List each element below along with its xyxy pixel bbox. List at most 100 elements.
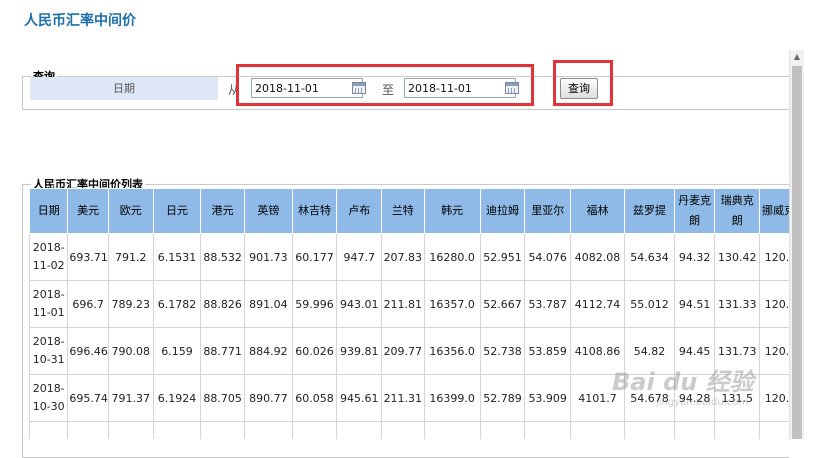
rate-cell: 209.77: [381, 327, 425, 375]
rate-cell: 53.909: [524, 374, 572, 422]
column-header: 欧元: [107, 188, 154, 234]
column-header: 韩元: [423, 188, 481, 234]
rates-table-viewport[interactable]: 日期 美元 欧元 日元 港元 英镑 林吉特 卢布 兰特 韩元 迪拉姆 里亚尔 福…: [29, 188, 789, 439]
page-title: 人民币汇率中间价: [24, 13, 136, 29]
rate-cell: 696.46: [67, 327, 109, 375]
rate-cell: 55.012: [624, 280, 675, 328]
rate-cell: 54.678: [624, 374, 675, 422]
rate-cell: [714, 421, 761, 439]
rate-cell: 131.73: [714, 327, 761, 375]
column-header: 挪威克朗: [759, 188, 789, 234]
rate-cell: [291, 421, 338, 439]
rate-cell: 695.74: [67, 374, 109, 422]
rate-cell: 6.1782: [152, 280, 202, 328]
rate-cell: 6.1531: [152, 233, 202, 281]
date-cell: 2018-10-30: [29, 374, 69, 422]
column-header: 里亚尔: [524, 188, 572, 234]
rate-cell: 901.73: [243, 233, 293, 281]
rate-cell: 891.04: [243, 280, 293, 328]
rate-cell: 54.634: [624, 233, 675, 281]
vertical-scrollbar[interactable]: ▲: [789, 50, 804, 439]
rate-cell: 4108.86: [570, 327, 626, 375]
rate-cell: 16356.0: [423, 327, 481, 375]
rate-cell: 59.996: [291, 280, 338, 328]
rate-cell: 943.01: [336, 280, 383, 328]
rate-cell: 53.859: [524, 327, 572, 375]
rate-cell: [381, 421, 425, 439]
table-row: 2018-: [29, 421, 789, 439]
date-cell: 2018-10-31: [29, 327, 69, 375]
column-header: 兰特: [381, 188, 425, 234]
rate-cell: 939.81: [336, 327, 383, 375]
column-header: 港元: [200, 188, 245, 234]
rate-cell: 94.28: [673, 374, 716, 422]
column-header: 丹麦克朗: [673, 188, 716, 234]
table-header-row: 日期 美元 欧元 日元 港元 英镑 林吉特 卢布 兰特 韩元 迪拉姆 里亚尔 福…: [29, 188, 789, 234]
column-header: 日元: [152, 188, 202, 234]
rate-cell: [570, 421, 626, 439]
table-row: 2018-11-02 693.71 791.2 6.1531 88.532 901.73 6…: [29, 233, 789, 281]
column-header: 兹罗提: [624, 188, 675, 234]
rate-cell: [759, 421, 789, 439]
rate-cell: 693.71: [67, 233, 109, 281]
rate-cell: 791.2: [107, 233, 154, 281]
rate-cell: 789.23: [107, 280, 154, 328]
rate-cell: 130.42: [714, 233, 761, 281]
date-cell: 2018-: [29, 421, 69, 439]
rate-cell: 4112.74: [570, 280, 626, 328]
date-label: 日期: [30, 77, 218, 100]
column-header: 日期: [29, 188, 69, 234]
rate-cell: 54.82: [624, 327, 675, 375]
rate-cell: 16280.0: [423, 233, 481, 281]
rate-cell: 211.81: [381, 280, 425, 328]
column-header: 英镑: [243, 188, 293, 234]
rate-cell: 53.787: [524, 280, 572, 328]
rate-cell: 52.951: [479, 233, 526, 281]
table-row: 2018-10-31 696.46 790.08 6.159 88.771 884.92 6…: [29, 327, 789, 375]
rate-cell: 16399.0: [423, 374, 481, 422]
rate-cell: [624, 421, 675, 439]
rate-cell: [423, 421, 481, 439]
query-button-highlight-box: [553, 60, 613, 106]
rate-cell: [67, 421, 109, 439]
rate-cell: 4082.08: [570, 233, 626, 281]
rate-cell: 211.31: [381, 374, 425, 422]
scrollbar-thumb[interactable]: [792, 66, 802, 439]
rate-cell: [243, 421, 293, 439]
rate-cell: 120.47: [759, 233, 789, 281]
table-body: 2018-11-02 693.71 791.2 6.1531 88.532 901.73 6…: [29, 233, 789, 439]
rate-cell: [673, 421, 716, 439]
rate-cell: 60.058: [291, 374, 338, 422]
rate-cell: 52.789: [479, 374, 526, 422]
column-header: 福林: [570, 188, 626, 234]
rate-cell: 131.33: [714, 280, 761, 328]
column-header: 美元: [67, 188, 109, 234]
rate-cell: 88.532: [200, 233, 245, 281]
rate-cell: 884.92: [243, 327, 293, 375]
rate-cell: 88.705: [200, 374, 245, 422]
rate-cell: 120.88: [759, 280, 789, 328]
rate-cell: 790.08: [107, 327, 154, 375]
rate-cell: 16357.0: [423, 280, 481, 328]
rate-cell: 88.826: [200, 280, 245, 328]
rate-cell: 60.177: [291, 233, 338, 281]
rate-cell: [152, 421, 202, 439]
scroll-up-arrow-icon[interactable]: ▲: [790, 50, 804, 64]
rate-cell: 94.45: [673, 327, 716, 375]
rate-cell: 52.667: [479, 280, 526, 328]
rate-cell: 6.1924: [152, 374, 202, 422]
rate-cell: 945.61: [336, 374, 383, 422]
rate-cell: [336, 421, 383, 439]
rate-cell: 54.076: [524, 233, 572, 281]
date-cell: 2018-11-02: [29, 233, 69, 281]
table-row: 2018-11-01 696.7 789.23 6.1782 88.826 891.04 5…: [29, 280, 789, 328]
rate-cell: [479, 421, 526, 439]
date-range-highlight-box: [236, 64, 534, 106]
column-header: 林吉特: [291, 188, 338, 234]
rate-cell: 60.026: [291, 327, 338, 375]
rate-cell: 4101.7: [570, 374, 626, 422]
rates-table: 日期 美元 欧元 日元 港元 英镑 林吉特 卢布 兰特 韩元 迪拉姆 里亚尔 福…: [29, 188, 789, 439]
table-row: 2018-10-30 695.74 791.37 6.1924 88.705 890.77…: [29, 374, 789, 422]
rate-cell: 890.77: [243, 374, 293, 422]
column-header: 瑞典克朗: [714, 188, 761, 234]
